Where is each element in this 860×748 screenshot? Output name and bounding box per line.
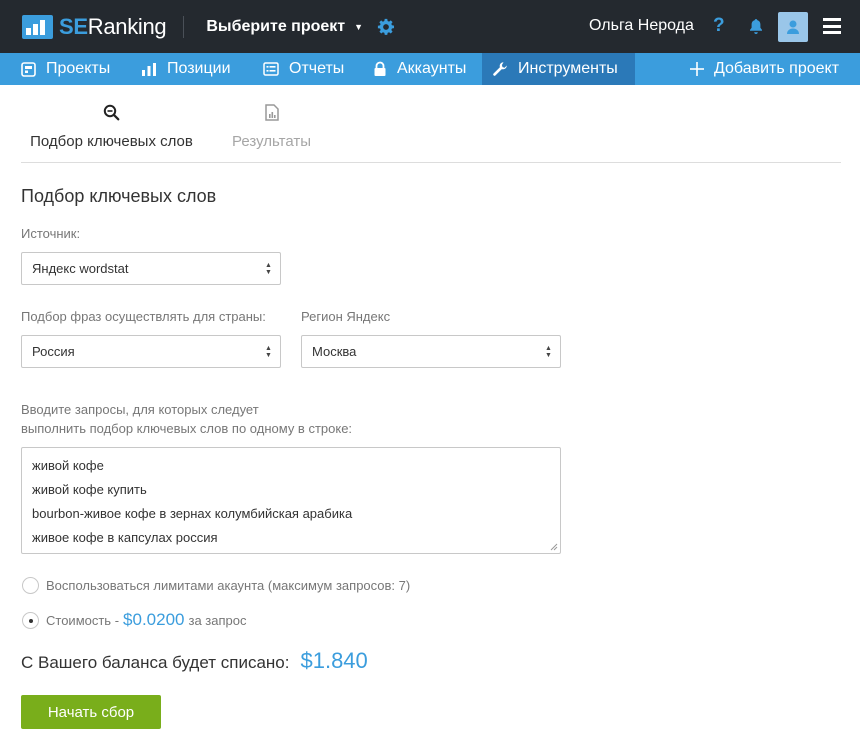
queries-label-line2: выполнить подбор ключевых слов по одному… bbox=[21, 421, 353, 436]
reports-list-icon bbox=[263, 62, 279, 76]
option-account-limits[interactable]: Воспользоваться лимитами акаунта (максим… bbox=[22, 577, 410, 594]
nav-item-label: Инструменты bbox=[518, 60, 618, 77]
price-value: $0.0200 bbox=[123, 610, 185, 629]
country-select-value: Россия bbox=[32, 344, 75, 359]
select-arrows-icon: ▲ ▼ bbox=[265, 345, 272, 359]
option-cost[interactable]: Стоимость - $0.0200 за запрос bbox=[22, 610, 246, 630]
project-select[interactable]: Выберите проект ▼ bbox=[206, 18, 363, 36]
logo-ranking: Ranking bbox=[87, 13, 167, 39]
balance-amount: $1.840 bbox=[300, 648, 368, 673]
tab-results[interactable]: Результаты bbox=[232, 104, 311, 150]
nav-item-label: Аккаунты bbox=[397, 60, 467, 77]
query-line: bourbon-живое кофе в зернах колумбийская… bbox=[32, 506, 353, 521]
query-line: живой кофе bbox=[32, 458, 104, 473]
projects-icon bbox=[21, 61, 36, 77]
logo[interactable]: SERanking bbox=[22, 13, 167, 40]
gear-icon[interactable] bbox=[377, 18, 395, 36]
source-select-value: Яндекс wordstat bbox=[32, 261, 129, 276]
option-label: Стоимость - bbox=[46, 612, 120, 628]
help-icon[interactable]: ? bbox=[713, 15, 725, 37]
hamburger-menu-icon[interactable] bbox=[823, 18, 841, 34]
nav-item-label: Позиции bbox=[167, 60, 231, 77]
country-label: Подбор фраз осуществлять для страны: bbox=[21, 309, 266, 324]
caret-down-icon: ▼ bbox=[354, 21, 364, 32]
tab-keyword-research[interactable]: Подбор ключевых слов bbox=[21, 104, 202, 150]
page-title: Подбор ключевых слов bbox=[21, 186, 217, 206]
nav-item-reports[interactable]: Отчеты bbox=[263, 53, 344, 85]
logo-text: SERanking bbox=[59, 13, 167, 40]
user-icon bbox=[787, 20, 799, 34]
query-line: живой кофе купить bbox=[32, 482, 147, 497]
region-select-value: Москва bbox=[312, 344, 357, 359]
tab-label: Результаты bbox=[232, 133, 311, 150]
resize-handle-icon[interactable] bbox=[550, 543, 558, 551]
add-project-label: Добавить проект bbox=[714, 60, 840, 77]
country-select[interactable]: Россия ▲ ▼ bbox=[21, 335, 281, 368]
region-label: Регион Яндекс bbox=[301, 309, 391, 324]
source-select[interactable]: Яндекс wordstat ▲ ▼ bbox=[21, 252, 281, 285]
balance-summary: С Вашего баланса будет списано: $1.840 bbox=[21, 648, 368, 674]
option-label: Воспользоваться лимитами акаунта (максим… bbox=[46, 578, 411, 593]
nav-item-tools[interactable]: Инструменты bbox=[482, 53, 635, 85]
bell-icon[interactable] bbox=[748, 18, 764, 35]
radio-button-checked[interactable] bbox=[22, 611, 39, 629]
logo-se: SE bbox=[59, 13, 88, 39]
nav-item-label: Проекты bbox=[46, 60, 111, 77]
nav-item-label: Отчеты bbox=[289, 60, 345, 77]
tabs-divider bbox=[21, 162, 841, 163]
queries-textarea[interactable]: живой кофе живой кофе купить bourbon-жив… bbox=[21, 447, 561, 554]
queries-label-line1: Вводите запросы, для которых следует bbox=[21, 402, 259, 417]
radio-button[interactable] bbox=[22, 577, 39, 594]
nav-item-accounts[interactable]: Аккаунты bbox=[373, 53, 466, 85]
option-label-suffix: за запрос bbox=[188, 612, 247, 628]
nav-item-projects[interactable]: Проекты bbox=[21, 53, 110, 85]
main-nav: Проекты Позиции Отчеты Аккаунты Инструме… bbox=[0, 53, 860, 85]
balance-label: С Вашего баланса будет списано: bbox=[21, 653, 290, 672]
wrench-icon bbox=[493, 62, 507, 76]
top-bar: SERanking Выберите проект ▼ Ольга Нерода… bbox=[0, 0, 860, 53]
add-project-button[interactable]: Добавить проект bbox=[690, 53, 839, 85]
region-select[interactable]: Москва ▲ ▼ bbox=[301, 335, 561, 368]
positions-chart-icon bbox=[142, 62, 156, 76]
project-select-label: Выберите проект bbox=[206, 17, 346, 35]
logo-chart-icon bbox=[22, 14, 53, 39]
start-button[interactable]: Начать сбор bbox=[21, 695, 161, 729]
avatar[interactable] bbox=[778, 12, 808, 42]
plus-icon bbox=[690, 62, 704, 76]
divider bbox=[183, 15, 185, 38]
select-arrows-icon: ▲ ▼ bbox=[265, 262, 272, 276]
user-name[interactable]: Ольга Нерода bbox=[589, 17, 694, 35]
tab-label: Подбор ключевых слов bbox=[30, 133, 193, 150]
source-label: Источник: bbox=[21, 226, 81, 241]
nav-item-positions[interactable]: Позиции bbox=[141, 53, 231, 85]
select-arrows-icon: ▲ ▼ bbox=[545, 345, 552, 359]
report-doc-icon bbox=[264, 104, 279, 121]
lock-icon bbox=[374, 61, 386, 76]
query-line: живое кофе в капсулах россия bbox=[32, 530, 218, 545]
search-zoom-icon bbox=[103, 104, 120, 121]
